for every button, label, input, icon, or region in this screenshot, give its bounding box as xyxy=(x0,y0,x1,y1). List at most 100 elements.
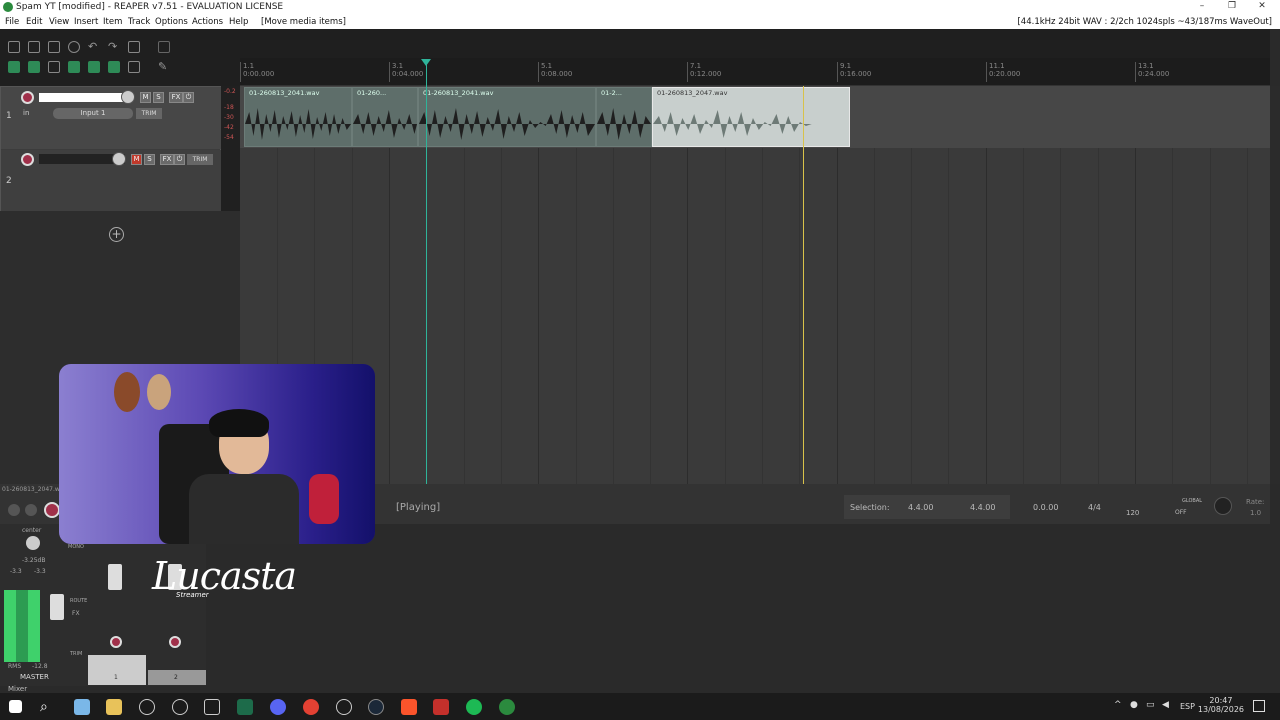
snap-icon[interactable] xyxy=(48,61,60,73)
maximize-button[interactable]: ❐ xyxy=(1226,1,1238,11)
file-explorer-icon[interactable] xyxy=(74,699,90,715)
menu-insert[interactable]: Insert xyxy=(74,17,98,27)
io-button[interactable]: ⏻ xyxy=(174,154,185,165)
track-2[interactable]: M S FX ⏻ TRIM 2 xyxy=(1,150,222,211)
undo-icon[interactable]: ↶ xyxy=(88,41,100,53)
track2-record-arm[interactable] xyxy=(169,636,181,648)
master-rate-knob[interactable] xyxy=(1214,497,1232,515)
record-arm-button[interactable] xyxy=(21,153,34,166)
auto-crossfade-icon[interactable] xyxy=(68,61,80,73)
fx-button[interactable]: FX xyxy=(160,154,174,165)
folder-icon[interactable] xyxy=(106,699,122,715)
master-pan-knob[interactable] xyxy=(26,536,40,550)
media-item[interactable]: 01-260... xyxy=(352,87,418,147)
reaper-taskbar-icon[interactable] xyxy=(499,699,515,715)
timeline-ruler[interactable]: 1.1 0:00.000 3.1 0:04.000 5.1 0:08.000 7.1 0… xyxy=(240,58,1270,86)
mono-button[interactable]: MONO xyxy=(68,544,84,550)
tempo-bpm[interactable]: 120 xyxy=(1126,509,1139,517)
track1-record-arm[interactable] xyxy=(110,636,122,648)
menu-options[interactable]: Options xyxy=(155,17,188,27)
media-item[interactable]: 01-260813_2041.wav xyxy=(244,87,352,147)
microphone-tray-icon[interactable]: ● xyxy=(1130,700,1138,710)
4k-downloader-icon[interactable] xyxy=(139,699,155,715)
minimize-button[interactable]: – xyxy=(1196,1,1208,11)
menu-help[interactable]: Help xyxy=(229,17,248,27)
menu-view[interactable]: View xyxy=(49,17,69,27)
io-button[interactable]: ⏻ xyxy=(183,92,194,103)
global-automation-label[interactable]: GLOBAL xyxy=(1182,498,1202,504)
steam-icon[interactable] xyxy=(368,699,384,715)
global-automation-state[interactable]: OFF xyxy=(1175,509,1187,516)
track1-fader[interactable] xyxy=(108,564,122,590)
media-item[interactable]: 01-2... xyxy=(596,87,652,147)
obs-icon[interactable] xyxy=(172,699,188,715)
search-icon[interactable]: ⌕ xyxy=(40,699,56,715)
selection-end[interactable]: 4.4.00 xyxy=(970,503,995,512)
rate-value[interactable]: 1.0 xyxy=(1250,509,1261,517)
input-select[interactable]: Input 1 xyxy=(53,108,133,119)
notifications-icon[interactable] xyxy=(1253,700,1265,712)
close-button[interactable]: ✕ xyxy=(1256,1,1268,11)
solo-button[interactable]: S xyxy=(153,92,164,103)
item-grouping-icon[interactable] xyxy=(28,61,40,73)
mute-button[interactable]: M xyxy=(131,154,142,165)
master-fx-button[interactable]: FX xyxy=(72,610,80,617)
vertical-scrollbar[interactable] xyxy=(1270,86,1280,484)
excel-icon[interactable] xyxy=(237,699,253,715)
metronome-icon[interactable] xyxy=(128,41,140,53)
save-project-icon[interactable] xyxy=(48,41,60,53)
toolbar-extra-icon[interactable] xyxy=(158,41,170,53)
menu-edit[interactable]: Edit xyxy=(26,17,42,27)
track-1[interactable]: M S FX ⏻ 1 in Input 1 TRIM xyxy=(1,87,222,149)
master-fader[interactable] xyxy=(50,594,64,620)
track-name-field[interactable] xyxy=(39,93,125,102)
grid-icon[interactable] xyxy=(88,61,100,73)
spotify-icon[interactable] xyxy=(466,699,482,715)
master-trim-button[interactable]: TRIM xyxy=(70,651,82,657)
discord-icon[interactable] xyxy=(270,699,286,715)
menu-item[interactable]: Item xyxy=(103,17,122,27)
mixer-tab[interactable]: Mixer xyxy=(8,685,27,693)
solo-button[interactable]: S xyxy=(144,154,155,165)
media-item[interactable]: 01-260813_2041.wav xyxy=(418,87,596,147)
trim-button[interactable]: TRIM xyxy=(136,108,162,119)
trim-button[interactable]: TRIM xyxy=(187,154,213,165)
chrome-icon[interactable] xyxy=(303,699,319,715)
app-icon[interactable] xyxy=(336,699,352,715)
menu-file[interactable]: File xyxy=(5,17,19,27)
selection-length[interactable]: 0.0.00 xyxy=(1033,503,1058,512)
volume-knob[interactable] xyxy=(121,90,135,104)
volume-icon[interactable]: ◀ xyxy=(1162,700,1169,710)
language-indicator[interactable]: ESP xyxy=(1180,702,1195,711)
play-icon[interactable] xyxy=(25,504,37,516)
record-arm-button[interactable] xyxy=(21,91,34,104)
redo-icon[interactable]: ↷ xyxy=(108,41,120,53)
envelope-lock-icon[interactable] xyxy=(108,61,120,73)
menu-track[interactable]: Track xyxy=(128,17,150,27)
new-project-icon[interactable] xyxy=(8,41,20,53)
go-to-start-icon[interactable] xyxy=(8,504,20,516)
add-track-button[interactable]: + xyxy=(109,227,124,242)
keyboard-icon[interactable] xyxy=(204,699,220,715)
ripple-edit-icon[interactable] xyxy=(8,61,20,73)
media-item-selected[interactable]: 01-260813_2047.wav xyxy=(652,87,850,147)
media-player-icon[interactable] xyxy=(433,699,449,715)
route-button[interactable]: ROUTE xyxy=(70,598,87,604)
lock-icon[interactable] xyxy=(128,61,140,73)
volume-knob[interactable] xyxy=(112,152,126,166)
open-project-icon[interactable] xyxy=(28,41,40,53)
selection-start[interactable]: 4.4.00 xyxy=(908,503,933,512)
mute-button[interactable]: M xyxy=(140,92,151,103)
menu-actions[interactable]: Actions xyxy=(192,17,223,27)
tray-chevron-icon[interactable]: ^ xyxy=(1114,700,1122,710)
project-settings-icon[interactable] xyxy=(68,41,80,53)
pencil-icon[interactable]: ✎ xyxy=(158,61,170,73)
taskbar-clock[interactable]: 20:47 13/08/2026 xyxy=(1198,696,1244,714)
brave-icon[interactable] xyxy=(401,699,417,715)
input-monitor-label[interactable]: in xyxy=(23,109,29,117)
time-signature[interactable]: 4/4 xyxy=(1088,503,1101,512)
record-icon[interactable] xyxy=(44,502,60,518)
network-icon[interactable]: ▭ xyxy=(1146,700,1155,710)
windows-start-icon[interactable] xyxy=(9,700,22,713)
fx-button[interactable]: FX xyxy=(169,92,183,103)
